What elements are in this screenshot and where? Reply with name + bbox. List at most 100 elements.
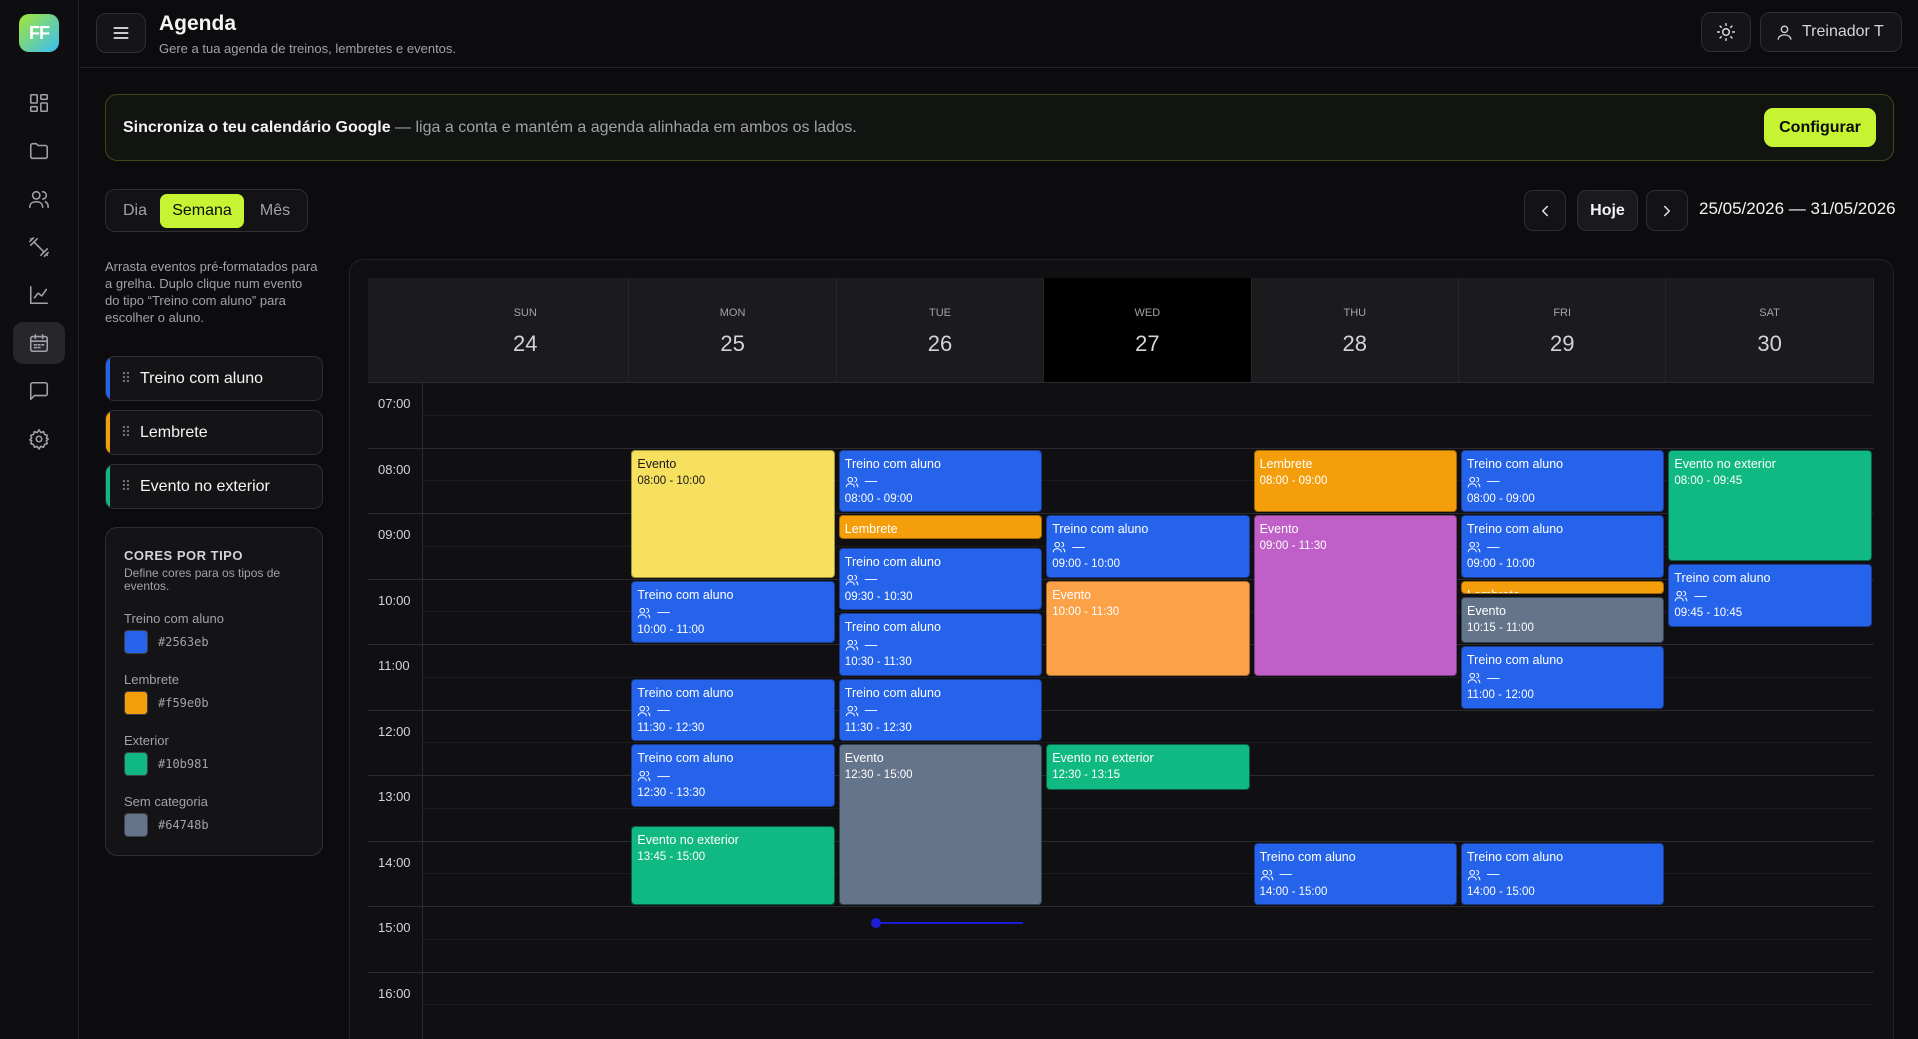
- calendar-event[interactable]: Treino com aluno — 12:30 - 13:30: [631, 744, 835, 807]
- users-icon: [1467, 541, 1481, 553]
- user-icon: [1777, 24, 1792, 40]
- configure-button[interactable]: Configurar: [1764, 108, 1876, 147]
- day-number: 25: [720, 331, 745, 356]
- today-button[interactable]: Hoje: [1577, 190, 1638, 231]
- event-title: Evento: [1467, 603, 1506, 618]
- calendar-event[interactable]: Evento 12:30 - 15:00: [838, 744, 1043, 905]
- day-of-week: THU: [1343, 307, 1367, 319]
- drag-handle-icon[interactable]: ⠿: [110, 370, 140, 387]
- student-placeholder: —: [864, 474, 878, 488]
- tab-day[interactable]: Dia: [110, 194, 160, 228]
- calendar-event[interactable]: Treino com aluno — 10:00 - 11:00: [631, 580, 835, 643]
- sidebar-item-settings[interactable]: [13, 418, 65, 460]
- calendar-event[interactable]: Evento 09:00 - 11:30: [1253, 515, 1457, 676]
- day-header-tue[interactable]: TUE 26: [836, 278, 1045, 382]
- calendar-event[interactable]: Treino com aluno — 10:30 - 11:30: [838, 613, 1043, 676]
- event-title: Treino com aluno: [844, 685, 941, 700]
- sidebar-item-files[interactable]: [13, 130, 65, 172]
- calendar-event[interactable]: Treino com aluno — 11:00 - 12:00: [1461, 646, 1665, 709]
- calendar-event[interactable]: Treino com aluno — 14:00 - 15:00: [1461, 842, 1665, 905]
- student-placeholder: —: [657, 703, 670, 718]
- event-student: —: [845, 473, 1036, 491]
- current-time-line: [872, 922, 1023, 925]
- calendar-event[interactable]: Treino com aluno — 09:00 - 10:00: [1046, 515, 1250, 578]
- tab-month[interactable]: Mês: [246, 194, 304, 228]
- event-time: 10:15 - 11:00: [1467, 621, 1534, 634]
- app-logo[interactable]: FF: [19, 14, 59, 52]
- drag-hint: Arrasta eventos pré-formatados para a gr…: [105, 259, 318, 325]
- calendar-event[interactable]: Lembrete: [838, 515, 1043, 540]
- calendar-event[interactable]: Evento 10:15 - 11:00: [1461, 596, 1665, 643]
- event-title: Evento: [637, 456, 677, 471]
- event-time: 08:00 - 09:00: [1259, 474, 1328, 487]
- color-swatch[interactable]: [124, 691, 148, 715]
- event-time: 14:00 - 15:00: [1259, 885, 1328, 898]
- sidebar-item-students[interactable]: [13, 178, 65, 220]
- day-header-sun[interactable]: SUN 24: [422, 278, 630, 382]
- event-student: —: [637, 767, 828, 785]
- calendar-event[interactable]: Treino com aluno — 09:45 - 10:45: [1668, 564, 1872, 627]
- users-icon: [1467, 672, 1481, 684]
- menu-toggle-button[interactable]: [96, 13, 146, 53]
- event-student: —: [1467, 473, 1658, 491]
- event-time: 09:00 - 11:30: [1259, 540, 1327, 552]
- sidebar-item-dashboard[interactable]: [13, 82, 65, 124]
- color-swatch[interactable]: [124, 630, 148, 654]
- calendar-event[interactable]: Lembrete 08:00 - 09:00: [1253, 449, 1457, 512]
- draggable-event-template[interactable]: ⠿ Lembrete: [105, 410, 323, 455]
- calendar-event[interactable]: Treino com aluno — 11:30 - 12:30: [838, 678, 1043, 742]
- event-title: Evento: [1052, 587, 1092, 602]
- calendar-event[interactable]: Treino com aluno — 08:00 - 09:00: [838, 449, 1043, 512]
- calendar-event[interactable]: Treino com aluno — 11:30 - 12:30: [631, 678, 835, 742]
- color-type-label: Sem categoria: [124, 794, 208, 809]
- color-swatch[interactable]: [124, 752, 148, 776]
- sidebar-item-messages[interactable]: [13, 370, 65, 412]
- student-placeholder: —: [1694, 588, 1707, 603]
- user-menu-button[interactable]: Treinador T: [1760, 12, 1902, 52]
- hamburger-icon: [113, 27, 129, 39]
- half-hour-gridline: [422, 807, 1874, 809]
- calendar-event[interactable]: Evento no exterior 08:00 - 09:45: [1668, 449, 1872, 562]
- sidebar-item-workouts[interactable]: [13, 226, 65, 268]
- student-placeholder: —: [864, 703, 878, 718]
- event-time: 09:00 - 10:00: [1467, 558, 1535, 570]
- sidebar-item-agenda[interactable]: [13, 322, 65, 364]
- day-of-week: WED: [1134, 307, 1161, 319]
- page-title: Agenda: [159, 12, 237, 35]
- draggable-event-template[interactable]: ⠿ Treino com aluno: [105, 356, 323, 401]
- day-number: 28: [1342, 331, 1368, 356]
- calendar-event[interactable]: Evento no exterior 12:30 - 13:15: [1046, 744, 1250, 791]
- next-week-button[interactable]: [1646, 190, 1688, 231]
- day-header-wed[interactable]: WED 27: [1044, 278, 1252, 382]
- color-swatch[interactable]: [124, 813, 148, 837]
- day-header-sat[interactable]: SAT 30: [1666, 278, 1874, 382]
- event-title: Lembrete: [1467, 587, 1658, 593]
- calendar-event[interactable]: Lembrete: [1461, 580, 1665, 594]
- theme-toggle-button[interactable]: [1701, 12, 1751, 52]
- half-hour-gridline: [422, 938, 1874, 940]
- drag-handle-icon[interactable]: ⠿: [110, 424, 140, 441]
- calendar-event[interactable]: Treino com aluno — 09:30 - 10:30: [838, 547, 1043, 611]
- sidebar-item-analytics[interactable]: [13, 274, 65, 316]
- user-name: Treinador T: [1802, 23, 1884, 40]
- time-label: 11:00: [378, 658, 410, 673]
- student-placeholder: —: [1487, 670, 1500, 685]
- calendar-event[interactable]: Evento no exterior 13:45 - 15:00: [631, 826, 835, 905]
- calendar-event[interactable]: Treino com aluno — 08:00 - 09:00: [1461, 449, 1665, 512]
- day-header-mon[interactable]: MON 25: [629, 278, 837, 382]
- prev-week-button[interactable]: [1524, 190, 1566, 231]
- calendar-event[interactable]: Evento 10:00 - 11:30: [1046, 580, 1250, 676]
- tab-week[interactable]: Semana: [160, 194, 244, 228]
- calendar-event[interactable]: Treino com aluno — 09:00 - 10:00: [1461, 515, 1665, 578]
- day-header-thu[interactable]: THU 28: [1251, 278, 1459, 382]
- calendar-event[interactable]: Treino com aluno — 14:00 - 15:00: [1253, 842, 1457, 905]
- users-icon: [1467, 476, 1481, 487]
- date-range: 25/05/2026 — 31/05/2026: [1699, 199, 1896, 218]
- drag-handle-icon[interactable]: ⠿: [110, 478, 140, 495]
- calendar-event[interactable]: Evento 08:00 - 10:00: [631, 449, 835, 578]
- hour-gridline: [368, 447, 1874, 449]
- draggable-event-template[interactable]: ⠿ Evento no exterior: [105, 464, 323, 509]
- day-header-fri[interactable]: FRI 29: [1459, 278, 1667, 382]
- event-student: —: [637, 604, 828, 622]
- event-title: Evento no exterior: [1674, 456, 1776, 471]
